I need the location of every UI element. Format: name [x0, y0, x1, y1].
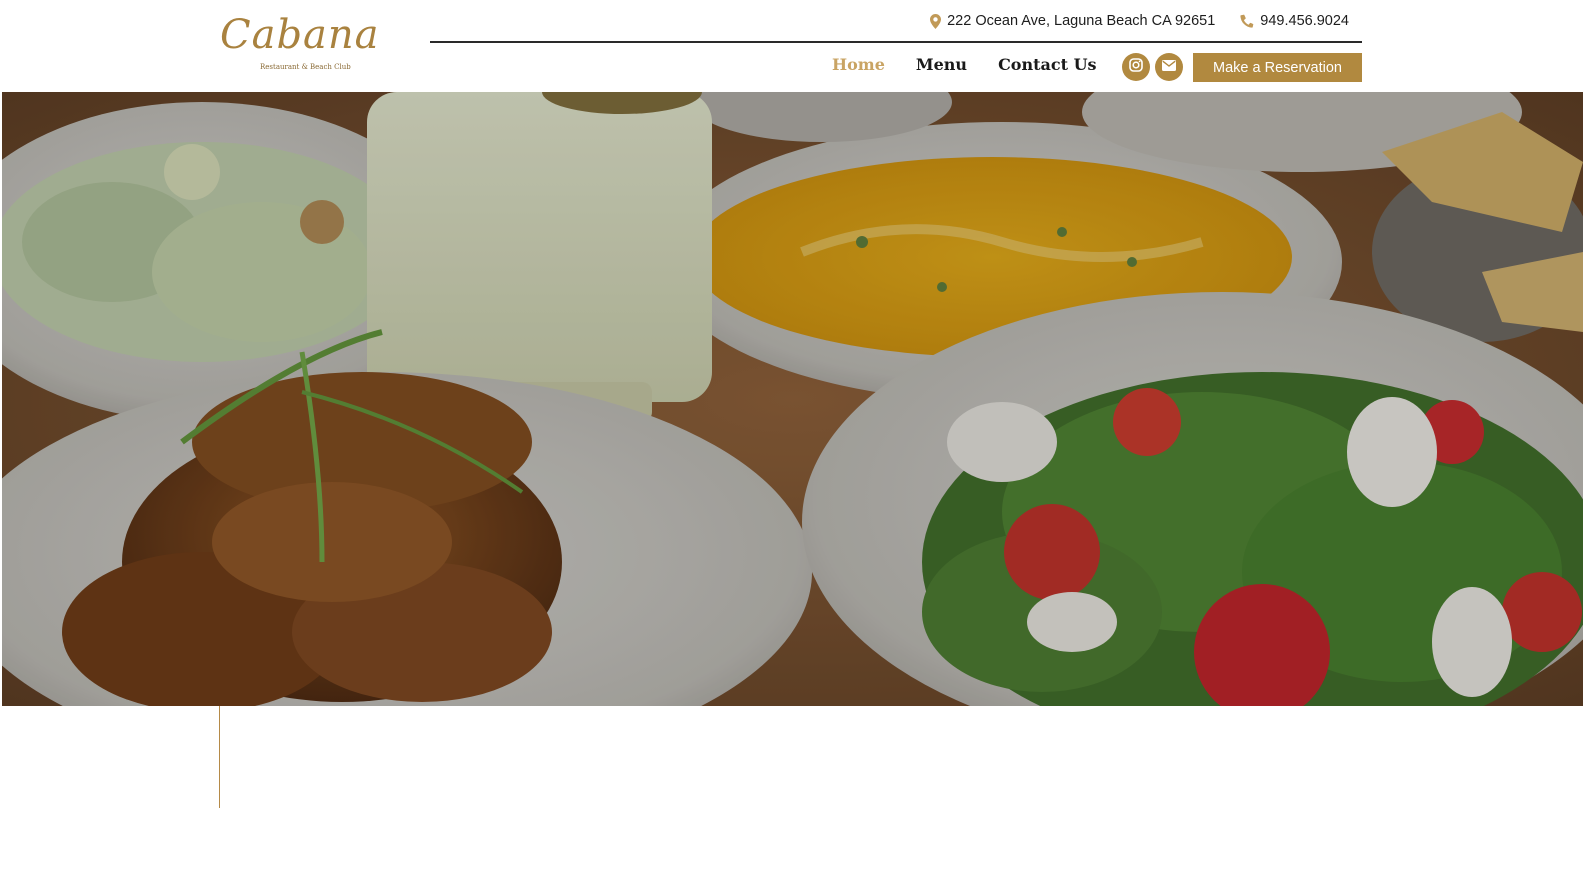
- main-nav: Home Menu Contact Us: [832, 55, 1097, 74]
- nav-item-menu[interactable]: Menu: [916, 55, 967, 74]
- phone-icon: [1240, 14, 1254, 28]
- email-button[interactable]: [1155, 53, 1183, 81]
- map-pin-icon: [930, 13, 942, 29]
- address-info: 222 Ocean Ave, Laguna Beach CA 92651: [930, 13, 1215, 29]
- phone-info[interactable]: 949.456.9024: [1240, 13, 1349, 29]
- section-accent-line: [219, 706, 220, 808]
- phone-number[interactable]: 949.456.9024: [1260, 13, 1349, 29]
- envelope-icon: [1162, 58, 1176, 76]
- logo-subtitle: Restaurant & Beach Club: [260, 63, 351, 71]
- logo-wordmark: Cabana: [220, 12, 380, 58]
- site-header: Cabana Restaurant & Beach Club 222 Ocean…: [0, 0, 1583, 92]
- make-reservation-button[interactable]: Make a Reservation: [1193, 53, 1362, 82]
- cabana-logo[interactable]: Cabana Restaurant & Beach Club: [220, 10, 379, 80]
- contact-bar: 222 Ocean Ave, Laguna Beach CA 92651 949…: [930, 11, 1349, 31]
- instagram-button[interactable]: [1122, 53, 1150, 81]
- hero-food-image: [2, 92, 1583, 706]
- address-text: 222 Ocean Ave, Laguna Beach CA 92651: [947, 13, 1216, 29]
- nav-item-home[interactable]: Home: [832, 55, 885, 74]
- header-divider: [430, 41, 1362, 43]
- instagram-icon: [1129, 57, 1143, 77]
- nav-item-contact-us[interactable]: Contact Us: [998, 55, 1096, 74]
